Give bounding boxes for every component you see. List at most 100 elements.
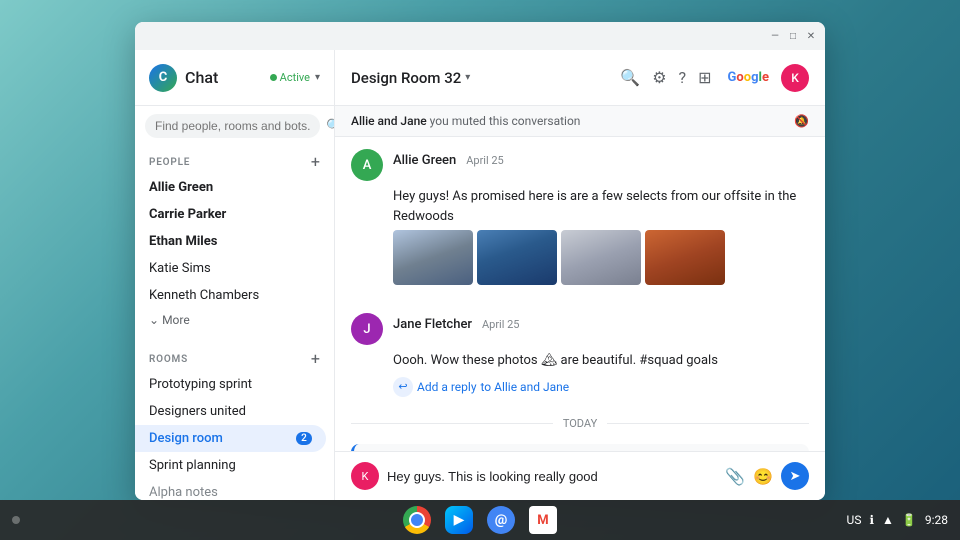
- design-room-badge: 2: [296, 432, 312, 445]
- taskbar-left: [12, 516, 20, 524]
- room-name-prototyping: Prototyping sprint: [149, 377, 252, 392]
- chevron-more-icon: ⌄: [149, 313, 159, 327]
- message-sender-row-allie: A Allie Green April 25: [351, 149, 809, 181]
- sidebar-item-alpha[interactable]: Alpha notes: [135, 479, 326, 500]
- send-button[interactable]: ➤: [781, 462, 809, 490]
- search-input[interactable]: [145, 114, 320, 138]
- person-name-allie: Allie Green: [149, 180, 213, 195]
- sidebar-item-allie[interactable]: Allie Green: [135, 174, 326, 201]
- taskbar-center: ▶ @ M: [403, 506, 557, 534]
- window-chrome: — □ ✕: [135, 22, 825, 50]
- date-divider: TODAY: [335, 407, 825, 440]
- message-group-allie: A Allie Green April 25 Hey guys! As prom…: [335, 137, 825, 301]
- message-text-jane: Oooh. Wow these photos 🏔 are beautiful. …: [393, 351, 809, 371]
- maximize-button[interactable]: □: [787, 30, 799, 42]
- sender-name-allie: Allie Green: [393, 153, 456, 168]
- clock: 9:28: [925, 513, 948, 527]
- avatar-jane: J: [351, 313, 383, 345]
- grid-icon[interactable]: ⊞: [698, 68, 711, 87]
- sidebar-item-katie[interactable]: Katie Sims: [135, 255, 326, 282]
- status-dot: [270, 74, 277, 81]
- sidebar-item-prototyping[interactable]: Prototyping sprint: [135, 371, 326, 398]
- people-section-label: PEOPLE: [149, 157, 190, 168]
- room-name-alpha: Alpha notes: [149, 485, 218, 500]
- chat-header: Design Room 32 ▾ 🔍 ⚙ ? ⊞ Google K: [335, 50, 825, 106]
- sidebar: C Chat Active ▾ 🔍 PEOPLE + Allie Green: [135, 50, 335, 500]
- sidebar-header: C Chat Active ▾: [135, 50, 334, 106]
- room-name-sprint: Sprint planning: [149, 458, 236, 473]
- photo-1[interactable]: [393, 230, 473, 285]
- search-header-icon[interactable]: 🔍: [620, 68, 640, 87]
- sidebar-item-carrie[interactable]: Carrie Parker: [135, 201, 326, 228]
- taskbar: ▶ @ M US ℹ ▲ 🔋 9:28: [0, 500, 960, 540]
- messages-area[interactable]: Allie and Jane you muted this conversati…: [335, 106, 825, 451]
- settings-icon[interactable]: ⚙: [652, 68, 666, 87]
- photo-3[interactable]: [561, 230, 641, 285]
- photos-row: [393, 230, 809, 285]
- sender-info-jane: Jane Fletcher April 25: [393, 313, 520, 332]
- app-logo: C: [149, 64, 177, 92]
- room-name-text: Design Room 32: [351, 69, 461, 87]
- sidebar-item-kenneth-p[interactable]: Kenneth Chambers: [135, 282, 326, 309]
- app-body: C Chat Active ▾ 🔍 PEOPLE + Allie Green: [135, 50, 825, 500]
- add-person-button[interactable]: +: [311, 154, 320, 170]
- sender-date-allie: April 25: [466, 154, 504, 167]
- main-area: Design Room 32 ▾ 🔍 ⚙ ? ⊞ Google K: [335, 50, 825, 500]
- reply-button[interactable]: ↩ Add a reply to Allie and Jane: [393, 375, 809, 399]
- photo-2[interactable]: [477, 230, 557, 285]
- person-name-ethan: Ethan Miles: [149, 234, 217, 249]
- people-more-button[interactable]: ⌄ More: [135, 309, 334, 331]
- person-name-carrie: Carrie Parker: [149, 207, 226, 222]
- attach-icon[interactable]: 📎: [725, 467, 745, 486]
- sidebar-item-sprint[interactable]: Sprint planning: [135, 452, 326, 479]
- user-avatar[interactable]: K: [781, 64, 809, 92]
- header-actions: 🔍 ⚙ ? ⊞ Google K: [620, 64, 809, 92]
- room-name-designers: Designers united: [149, 404, 246, 419]
- region-label: US: [847, 513, 862, 527]
- battery-icon: 🔋: [902, 513, 917, 527]
- sender-date-jane: April 25: [482, 318, 520, 331]
- wifi-icon: ▲: [882, 513, 894, 527]
- help-icon[interactable]: ?: [679, 68, 687, 87]
- close-button[interactable]: ✕: [805, 30, 817, 42]
- room-chevron-icon[interactable]: ▾: [465, 72, 470, 83]
- more-label: More: [162, 313, 190, 327]
- room-name: Design Room 32 ▾: [351, 69, 470, 87]
- input-avatar: K: [351, 462, 379, 490]
- avatar-allie: A: [351, 149, 383, 181]
- sidebar-item-designers[interactable]: Designers united: [135, 398, 326, 425]
- search-bar: 🔍: [135, 106, 334, 146]
- gmail-icon[interactable]: M: [529, 506, 557, 534]
- status-badge[interactable]: Active ▾: [270, 71, 320, 84]
- emoji-icon[interactable]: 😊: [753, 467, 773, 486]
- reply-label: Add a reply: [417, 380, 477, 394]
- sender-name-jane: Jane Fletcher: [393, 317, 472, 332]
- input-actions: 📎 😊 ➤: [725, 462, 809, 490]
- updated-banner: Updated 2 min ago: [351, 444, 809, 452]
- sender-info-allie: Allie Green April 25: [393, 149, 504, 168]
- at-icon[interactable]: @: [487, 506, 515, 534]
- muted-notice: Allie and Jane you muted this conversati…: [335, 106, 825, 137]
- app-title: Chat: [185, 68, 266, 87]
- bell-muted-icon[interactable]: 🔕: [794, 114, 809, 128]
- minimize-button[interactable]: —: [769, 30, 781, 42]
- message-input[interactable]: [387, 469, 717, 484]
- sidebar-item-design-room[interactable]: Design room 2: [135, 425, 326, 452]
- search-icon[interactable]: 🔍: [326, 119, 335, 134]
- reply-to-text: to Allie and Jane: [481, 380, 570, 394]
- message-text-allie: Hey guys! As promised here is are a few …: [393, 187, 809, 226]
- message-sender-row-jane: J Jane Fletcher April 25: [351, 313, 809, 345]
- room-name-design: Design room: [149, 431, 223, 446]
- reply-arrow-icon: ↩: [393, 377, 413, 397]
- status-label: Active: [280, 71, 310, 84]
- message-group-jane: J Jane Fletcher April 25 Oooh. Wow these…: [335, 301, 825, 407]
- taskbar-right: US ℹ ▲ 🔋 9:28: [847, 513, 948, 527]
- add-room-button[interactable]: +: [311, 351, 320, 367]
- sidebar-item-ethan[interactable]: Ethan Miles: [135, 228, 326, 255]
- rooms-section-header: ROOMS +: [135, 343, 334, 371]
- launcher-icon[interactable]: [12, 516, 20, 524]
- photo-4[interactable]: [645, 230, 725, 285]
- muted-text: Allie and Jane you muted this conversati…: [351, 114, 580, 128]
- chrome-icon[interactable]: [403, 506, 431, 534]
- play-store-icon[interactable]: ▶: [445, 506, 473, 534]
